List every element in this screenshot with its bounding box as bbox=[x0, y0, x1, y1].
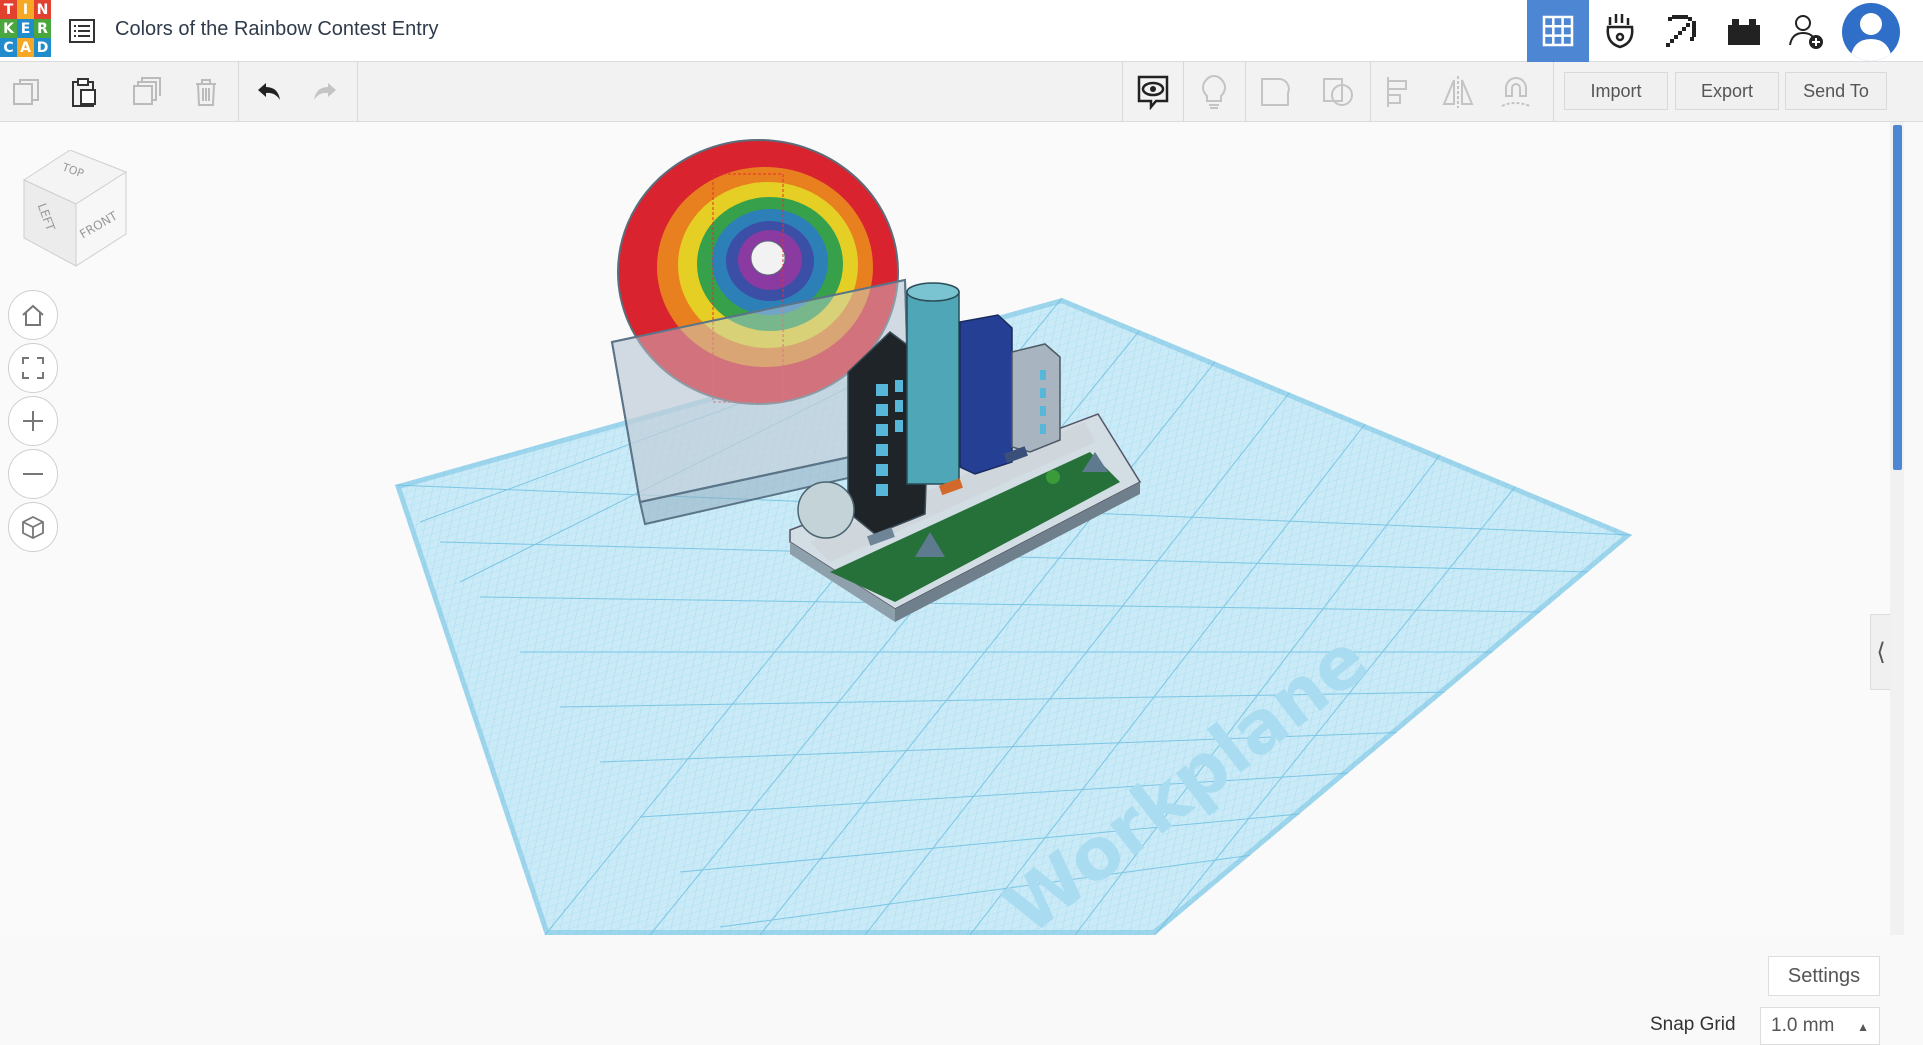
light-bulb-icon[interactable] bbox=[1194, 72, 1234, 112]
toolbar-divider bbox=[357, 62, 358, 122]
minus-icon bbox=[23, 473, 43, 475]
home-view-button[interactable] bbox=[8, 290, 58, 340]
blocks-icon[interactable] bbox=[1589, 0, 1651, 62]
zoom-out-button[interactable] bbox=[8, 449, 58, 499]
export-button[interactable]: Export bbox=[1675, 72, 1779, 110]
caret-up-icon: ▲ bbox=[1857, 1020, 1869, 1034]
notes-icon[interactable] bbox=[1133, 72, 1173, 112]
chevron-left-icon: ⟨ bbox=[1876, 638, 1886, 666]
snap-grid-label: Snap Grid bbox=[1650, 1014, 1736, 1035]
undo-icon[interactable] bbox=[248, 72, 288, 112]
paste-icon[interactable] bbox=[64, 72, 104, 112]
logo-letter: E bbox=[17, 19, 34, 38]
logo-letter: I bbox=[17, 0, 34, 19]
group-icon[interactable] bbox=[1256, 72, 1296, 112]
workplane-scene: Workplane bbox=[395, 139, 1632, 950]
design-title[interactable]: Colors of the Rainbow Contest Entry bbox=[115, 18, 439, 41]
logo-letter: K bbox=[0, 19, 17, 38]
scrollbar-thumb[interactable] bbox=[1893, 125, 1902, 470]
logo-letter: T bbox=[0, 0, 17, 19]
user-avatar[interactable] bbox=[1842, 3, 1900, 61]
toolbar-divider bbox=[1553, 62, 1554, 122]
perspective-button[interactable] bbox=[8, 502, 58, 552]
toolbar-divider bbox=[1183, 62, 1184, 122]
toolbar-divider bbox=[1122, 62, 1123, 122]
grid-view-icon[interactable] bbox=[1527, 0, 1589, 62]
logo-letter: N bbox=[34, 0, 51, 19]
fit-icon bbox=[22, 357, 44, 379]
add-user-icon[interactable] bbox=[1775, 0, 1837, 62]
collapse-panel-button[interactable]: ⟨ bbox=[1870, 614, 1892, 690]
fit-view-button[interactable] bbox=[8, 343, 58, 393]
logo-letter: D bbox=[34, 38, 51, 57]
plus-icon bbox=[23, 411, 43, 431]
design-list-icon[interactable] bbox=[68, 17, 96, 45]
toolbar-divider bbox=[1370, 62, 1371, 122]
view-cube[interactable]: TOP LEFT FRONT bbox=[20, 149, 130, 270]
bricks-icon[interactable] bbox=[1713, 0, 1775, 62]
tinkercad-logo[interactable]: T I N K E R C A D bbox=[0, 0, 52, 58]
cruise-magnet-icon[interactable] bbox=[1496, 72, 1536, 112]
pickaxe-icon[interactable] bbox=[1651, 0, 1713, 62]
workplane-viewport[interactable]: Workplane TOP LEFT FRONT ⟨ Settings Snap… bbox=[0, 122, 1892, 1045]
redo-icon[interactable] bbox=[306, 72, 346, 112]
snap-grid-select[interactable]: 1.0 mm ▲ bbox=[1760, 1007, 1880, 1045]
align-icon[interactable] bbox=[1380, 72, 1420, 112]
logo-letter: R bbox=[34, 19, 51, 38]
toolbar-divider bbox=[238, 62, 239, 122]
settings-button[interactable]: Settings bbox=[1768, 956, 1880, 996]
delete-icon[interactable] bbox=[186, 72, 226, 112]
ungroup-icon[interactable] bbox=[1318, 72, 1358, 112]
home-icon bbox=[22, 304, 44, 326]
duplicate-icon[interactable] bbox=[126, 72, 166, 112]
toolbar-divider bbox=[1245, 62, 1246, 122]
copy-icon[interactable] bbox=[6, 72, 46, 112]
cube-icon bbox=[22, 515, 44, 540]
top-bar: T I N K E R C A D Colors of the Rainbow … bbox=[0, 0, 1923, 62]
send-to-button[interactable]: Send To bbox=[1785, 72, 1887, 110]
import-button[interactable]: Import bbox=[1564, 72, 1668, 110]
mirror-icon[interactable] bbox=[1438, 72, 1478, 112]
zoom-in-button[interactable] bbox=[8, 396, 58, 446]
edit-toolbar: Import Export Send To bbox=[0, 62, 1923, 122]
snap-grid-value: 1.0 mm bbox=[1771, 1015, 1835, 1036]
logo-letter: C bbox=[0, 38, 17, 57]
logo-letter: A bbox=[17, 38, 34, 57]
